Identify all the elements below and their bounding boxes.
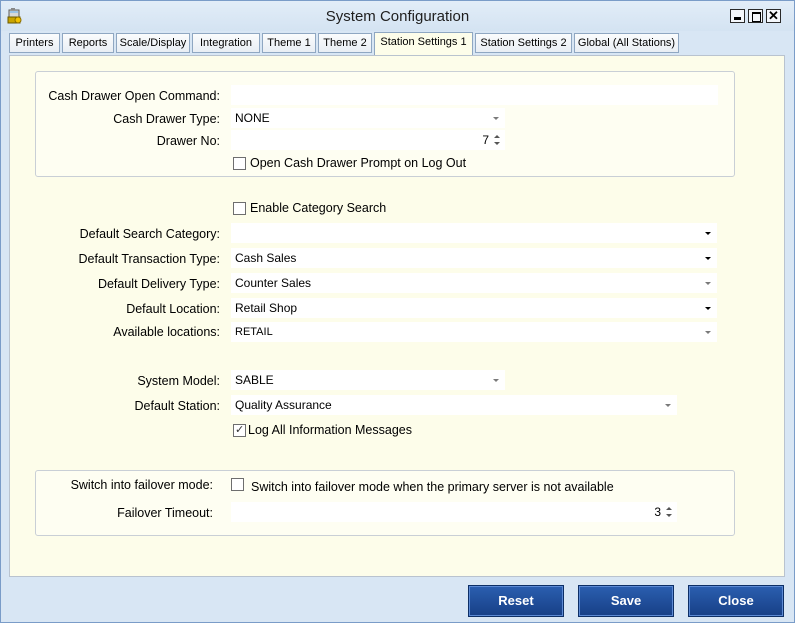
spin-up-icon[interactable] [666, 507, 672, 510]
default-transaction-type-select[interactable]: Cash Sales [231, 248, 717, 268]
failover-timeout-label: Failover Timeout: [117, 506, 213, 520]
window-title: System Configuration [325, 8, 470, 25]
default-search-category-select[interactable] [231, 223, 717, 243]
footer-bar: Reset Save Close [1, 577, 794, 622]
reset-button[interactable]: Reset [468, 585, 564, 617]
open-cash-drawer-prompt-label: Open Cash Drawer Prompt on Log Out [250, 156, 467, 170]
tab-strip: Printers Reports Scale/Display Integrati… [1, 31, 794, 55]
system-model-label: System Model: [137, 374, 220, 388]
log-all-information-messages-label: Log All Information Messages [248, 423, 412, 437]
minimize-button[interactable] [730, 9, 745, 23]
close-button[interactable]: Close [688, 585, 784, 617]
default-station-label: Default Station: [134, 399, 220, 413]
chevron-down-icon [493, 117, 499, 120]
chevron-down-icon [705, 257, 711, 260]
tab-reports[interactable]: Reports [62, 33, 114, 53]
cash-drawer-type-select[interactable]: NONE [231, 108, 505, 128]
spin-up-icon[interactable] [494, 135, 500, 138]
tab-global-all-stations[interactable]: Global (All Stations) [574, 33, 679, 53]
default-transaction-type-label: Default Transaction Type: [78, 252, 220, 266]
tab-scale-display[interactable]: Scale/Display [116, 33, 190, 53]
chevron-down-icon [665, 404, 671, 407]
save-button[interactable]: Save [578, 585, 674, 617]
drawer-no-label: Drawer No: [156, 134, 220, 148]
cash-drawer-open-command-label: Cash Drawer Open Command: [48, 89, 220, 103]
spin-down-icon[interactable] [666, 514, 672, 517]
log-all-information-messages-checkbox[interactable]: ✓ [233, 424, 246, 437]
tab-integration[interactable]: Integration [192, 33, 260, 53]
enable-category-search-label: Enable Category Search [250, 201, 387, 215]
system-configuration-window: System Configuration ✕ Printers Reports … [0, 0, 795, 623]
tab-theme-1[interactable]: Theme 1 [262, 33, 316, 53]
failover-mode-checkbox-label: Switch into failover mode when the prima… [251, 480, 614, 494]
maximize-icon [752, 12, 761, 22]
available-locations-label: Available locations: [113, 325, 220, 339]
drawer-no-spinner[interactable]: 7 [231, 130, 505, 150]
chevron-down-icon [705, 331, 711, 334]
chevron-down-icon [705, 282, 711, 285]
enable-category-search-checkbox[interactable] [233, 202, 246, 215]
failover-timeout-spinner[interactable]: 3 [231, 502, 677, 522]
chevron-down-icon [493, 379, 499, 382]
default-station-select[interactable]: Quality Assurance [231, 395, 677, 415]
default-delivery-type-label: Default Delivery Type: [97, 277, 220, 291]
maximize-button[interactable] [748, 9, 763, 23]
checkmark-icon: ✓ [235, 424, 245, 436]
cash-drawer-type-label: Cash Drawer Type: [113, 112, 220, 126]
spin-down-icon[interactable] [494, 142, 500, 145]
failover-mode-checkbox[interactable] [231, 478, 244, 491]
window-close-button[interactable]: ✕ [766, 8, 781, 23]
cash-drawer-open-command-input[interactable] [231, 85, 718, 105]
system-model-select[interactable]: SABLE [231, 370, 505, 390]
tab-station-settings-2[interactable]: Station Settings 2 [475, 33, 572, 53]
tab-printers[interactable]: Printers [9, 33, 60, 53]
failover-mode-label: Switch into failover mode: [70, 478, 213, 492]
open-cash-drawer-prompt-checkbox[interactable] [233, 157, 246, 170]
default-location-label: Default Location: [126, 302, 220, 316]
default-location-select[interactable]: Retail Shop [231, 298, 717, 318]
chevron-down-icon [705, 307, 711, 310]
tab-theme-2[interactable]: Theme 2 [318, 33, 372, 53]
default-delivery-type-select[interactable]: Counter Sales [231, 273, 717, 293]
station-settings-panel: Cash Drawer Open Command: Cash Drawer Ty… [9, 55, 785, 577]
minimize-icon [734, 17, 741, 20]
title-bar[interactable]: System Configuration ✕ [1, 1, 794, 31]
close-icon: ✕ [768, 8, 779, 23]
chevron-down-icon [705, 232, 711, 235]
available-locations-select[interactable]: RETAIL [231, 322, 717, 342]
tab-station-settings-1[interactable]: Station Settings 1 [374, 32, 473, 55]
default-search-category-label: Default Search Category: [79, 227, 220, 241]
